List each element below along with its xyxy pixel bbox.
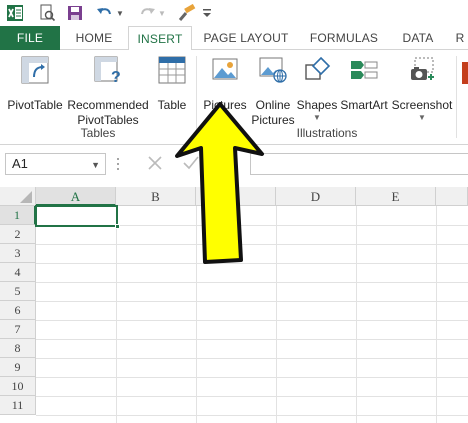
pictures-icon — [209, 54, 241, 86]
screenshot-dropdown-icon: ▼ — [418, 113, 426, 122]
format-painter-icon[interactable] — [176, 2, 198, 24]
formula-input[interactable] — [250, 153, 468, 175]
tab-home[interactable]: HOME — [66, 26, 122, 50]
tab-page-layout[interactable]: PAGE LAYOUT — [198, 26, 294, 50]
gridline — [356, 206, 357, 423]
next-group-icon — [462, 62, 468, 84]
shapes-label: Shapes — [296, 98, 338, 112]
pivottable-button[interactable]: PivotTable — [4, 54, 66, 113]
redo-dropdown-icon[interactable]: ▼ — [156, 2, 168, 24]
shapes-icon — [301, 54, 333, 86]
gridline — [36, 415, 468, 416]
print-preview-icon[interactable] — [36, 2, 58, 24]
gridline — [36, 301, 468, 302]
redo-icon[interactable] — [136, 2, 158, 24]
gridline — [36, 377, 468, 378]
row-header-7[interactable]: 7 — [0, 320, 36, 339]
tab-review[interactable]: R — [452, 26, 468, 50]
table-icon — [156, 54, 188, 86]
screenshot-label: Screenshot — [391, 98, 453, 112]
column-header-d[interactable]: D — [276, 187, 356, 206]
undo-icon[interactable] — [94, 2, 116, 24]
row-header-9[interactable]: 9 — [0, 358, 36, 377]
smartart-button[interactable]: SmartArt — [338, 54, 390, 113]
pivottable-icon — [19, 54, 51, 86]
online-pictures-icon — [257, 54, 289, 86]
screenshot-button[interactable]: Screenshot ▼ — [390, 54, 454, 123]
yellow-arrow-icon — [175, 102, 264, 264]
cancel-icon[interactable] — [146, 154, 164, 175]
gridline — [36, 282, 468, 283]
illustrations-group-label: Illustrations — [296, 126, 358, 140]
gridline — [36, 396, 468, 397]
gridline — [116, 206, 117, 423]
column-header-f[interactable] — [436, 187, 468, 206]
row-header-6[interactable]: 6 — [0, 301, 36, 320]
tab-insert[interactable]: INSERT — [128, 26, 192, 51]
svg-text:?: ? — [111, 69, 121, 85]
tab-formulas[interactable]: FORMULAS — [302, 26, 386, 50]
gridline — [276, 206, 277, 423]
group-separator — [456, 56, 457, 138]
name-box-value: A1 — [12, 156, 28, 171]
recommended-pivottables-button[interactable]: ? Recommended PivotTables — [66, 54, 150, 128]
undo-dropdown-icon[interactable]: ▼ — [114, 2, 126, 24]
screenshot-icon — [406, 54, 438, 86]
name-box-dropdown-icon[interactable]: ▼ — [91, 155, 100, 175]
gridline — [36, 320, 468, 321]
gridline — [36, 339, 468, 340]
tab-file[interactable]: FILE — [0, 26, 60, 50]
recommended-pivottables-icon: ? — [92, 54, 124, 86]
shapes-dropdown-icon: ▼ — [313, 113, 321, 122]
row-header-10[interactable]: 10 — [0, 377, 36, 396]
name-box[interactable]: A1 ▼ — [5, 153, 106, 175]
row-header-1[interactable]: 1 — [0, 206, 36, 225]
fill-handle[interactable] — [115, 224, 120, 229]
row-header-11[interactable]: 11 — [0, 396, 36, 415]
excel-icon[interactable] — [4, 2, 26, 24]
tab-data[interactable]: DATA — [392, 26, 444, 50]
formula-bar-grip-icon — [116, 157, 120, 171]
shapes-button[interactable]: Shapes ▼ — [296, 54, 338, 123]
customize-qat-icon[interactable] — [200, 2, 214, 24]
column-header-e[interactable]: E — [356, 187, 436, 206]
column-header-a[interactable]: A — [36, 187, 116, 206]
smartart-label: SmartArt — [340, 98, 388, 112]
active-cell-a1[interactable] — [35, 205, 118, 227]
row-header-3[interactable]: 3 — [0, 244, 36, 263]
gridline — [436, 206, 437, 423]
save-icon[interactable] — [64, 2, 86, 24]
quick-access-toolbar: ▼ ▼ — [0, 0, 468, 26]
gridline — [36, 358, 468, 359]
row-header-4[interactable]: 4 — [0, 263, 36, 282]
row-header-5[interactable]: 5 — [0, 282, 36, 301]
pivottable-label: PivotTable — [7, 98, 63, 112]
row-header-2[interactable]: 2 — [0, 225, 36, 244]
tables-group-label: Tables — [80, 126, 116, 140]
recommended-pivottables-label: Recommended PivotTables — [67, 98, 149, 127]
select-all-corner[interactable] — [0, 187, 36, 206]
ribbon-tabs: FILE HOME INSERT PAGE LAYOUT FORMULAS DA… — [0, 26, 468, 51]
row-header-8[interactable]: 8 — [0, 339, 36, 358]
smartart-icon — [348, 54, 380, 86]
